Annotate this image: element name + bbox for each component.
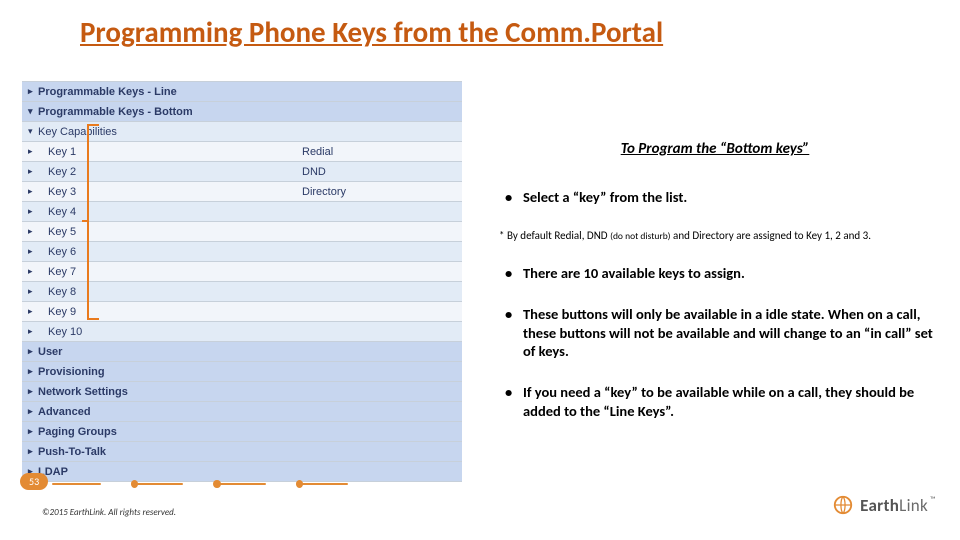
key-value: DND (302, 166, 462, 178)
key-value: Redial (302, 146, 462, 158)
section-ldap[interactable]: ▸LDAP (22, 462, 462, 482)
brand-bold: Earth (860, 495, 899, 516)
section-label: Push-To-Talk (38, 446, 462, 458)
page-title: Programming Phone Keys from the Comm.Por… (80, 14, 663, 50)
footer-divider (52, 483, 382, 485)
key-label: Key 4 (38, 206, 302, 218)
section-paging-groups[interactable]: ▸Paging Groups (22, 422, 462, 442)
chevron-right-icon: ▸ (28, 146, 38, 157)
chevron-down-icon: ▾ (28, 126, 38, 137)
brand-rest: Link (899, 495, 928, 516)
key-value: Directory (302, 186, 462, 198)
bullet-item: Select a “key” from the list. (495, 188, 935, 207)
chevron-right-icon: ▸ (28, 266, 38, 277)
section-advanced[interactable]: ▸Advanced (22, 402, 462, 422)
instructions: To Program the “Bottom keys” Select a “k… (495, 140, 935, 443)
section-label: LDAP (38, 466, 462, 478)
chevron-right-icon: ▸ (28, 386, 38, 397)
section-label: Paging Groups (38, 426, 462, 438)
key-label: Key 10 (38, 326, 302, 338)
copyright-text: ©2015 EarthLink. All rights reserved. (42, 507, 176, 518)
bullet-list: There are 10 available keys to assign. T… (495, 264, 935, 421)
key-label: Key 5 (38, 226, 302, 238)
chevron-right-icon: ▸ (28, 286, 38, 297)
chevron-right-icon: ▸ (28, 226, 38, 237)
section-prog-keys-bottom[interactable]: ▾ Programmable Keys - Bottom (22, 102, 462, 122)
note-small: (do not disturb) (610, 230, 671, 242)
chevron-right-icon: ▸ (28, 186, 38, 197)
slide: Programming Phone Keys from the Comm.Por… (0, 0, 960, 540)
key-label: Key 8 (38, 286, 302, 298)
key-label: Key 2 (38, 166, 302, 178)
key-label: Key 9 (38, 306, 302, 318)
key-row[interactable]: ▸Key 10 (22, 322, 462, 342)
chevron-right-icon: ▸ (28, 206, 38, 217)
bullet-item: If you need a “key” to be available whil… (495, 383, 935, 421)
chevron-right-icon: ▸ (28, 306, 38, 317)
key-label: Key 1 (38, 146, 302, 158)
section-label: Key Capabilities (38, 126, 462, 138)
default-note: * By default Redial, DND (do not disturb… (499, 229, 935, 242)
section-label: Programmable Keys - Line (38, 86, 462, 98)
chevron-right-icon: ▸ (28, 86, 38, 97)
section-network-settings[interactable]: ▸Network Settings (22, 382, 462, 402)
chevron-down-icon: ▾ (28, 106, 38, 117)
section-provisioning[interactable]: ▸Provisioning (22, 362, 462, 382)
note-text: and Directory are assigned to Key 1, 2 a… (671, 229, 871, 242)
section-label: Provisioning (38, 366, 462, 378)
instructions-heading: To Program the “Bottom keys” (495, 140, 935, 158)
key-label: Key 6 (38, 246, 302, 258)
chevron-right-icon: ▸ (28, 346, 38, 357)
key-label: Key 7 (38, 266, 302, 278)
chevron-right-icon: ▸ (28, 246, 38, 257)
chevron-right-icon: ▸ (28, 326, 38, 337)
section-label: Advanced (38, 406, 462, 418)
section-label: User (38, 346, 462, 358)
section-label: Programmable Keys - Bottom (38, 106, 462, 118)
chevron-right-icon: ▸ (28, 426, 38, 437)
page-number-badge: 53 (20, 473, 48, 490)
trademark-icon: ™ (930, 495, 936, 505)
section-user[interactable]: ▸User (22, 342, 462, 362)
chevron-right-icon: ▸ (28, 366, 38, 377)
bullet-item: These buttons will only be available in … (495, 305, 935, 362)
chevron-right-icon: ▸ (28, 446, 38, 457)
chevron-right-icon: ▸ (28, 406, 38, 417)
bullet-item: There are 10 available keys to assign. (495, 264, 935, 283)
globe-icon (832, 494, 854, 516)
chevron-right-icon: ▸ (28, 166, 38, 177)
section-push-to-talk[interactable]: ▸Push-To-Talk (22, 442, 462, 462)
section-label: Network Settings (38, 386, 462, 398)
brand-text: EarthLink™ (860, 495, 936, 516)
earthlink-logo: EarthLink™ (832, 494, 936, 516)
bullet-list: Select a “key” from the list. (495, 188, 935, 207)
key-label: Key 3 (38, 186, 302, 198)
note-text: * By default Redial, DND (499, 229, 610, 242)
bracket-icon (87, 124, 100, 320)
section-prog-keys-line[interactable]: ▸ Programmable Keys - Line (22, 82, 462, 102)
